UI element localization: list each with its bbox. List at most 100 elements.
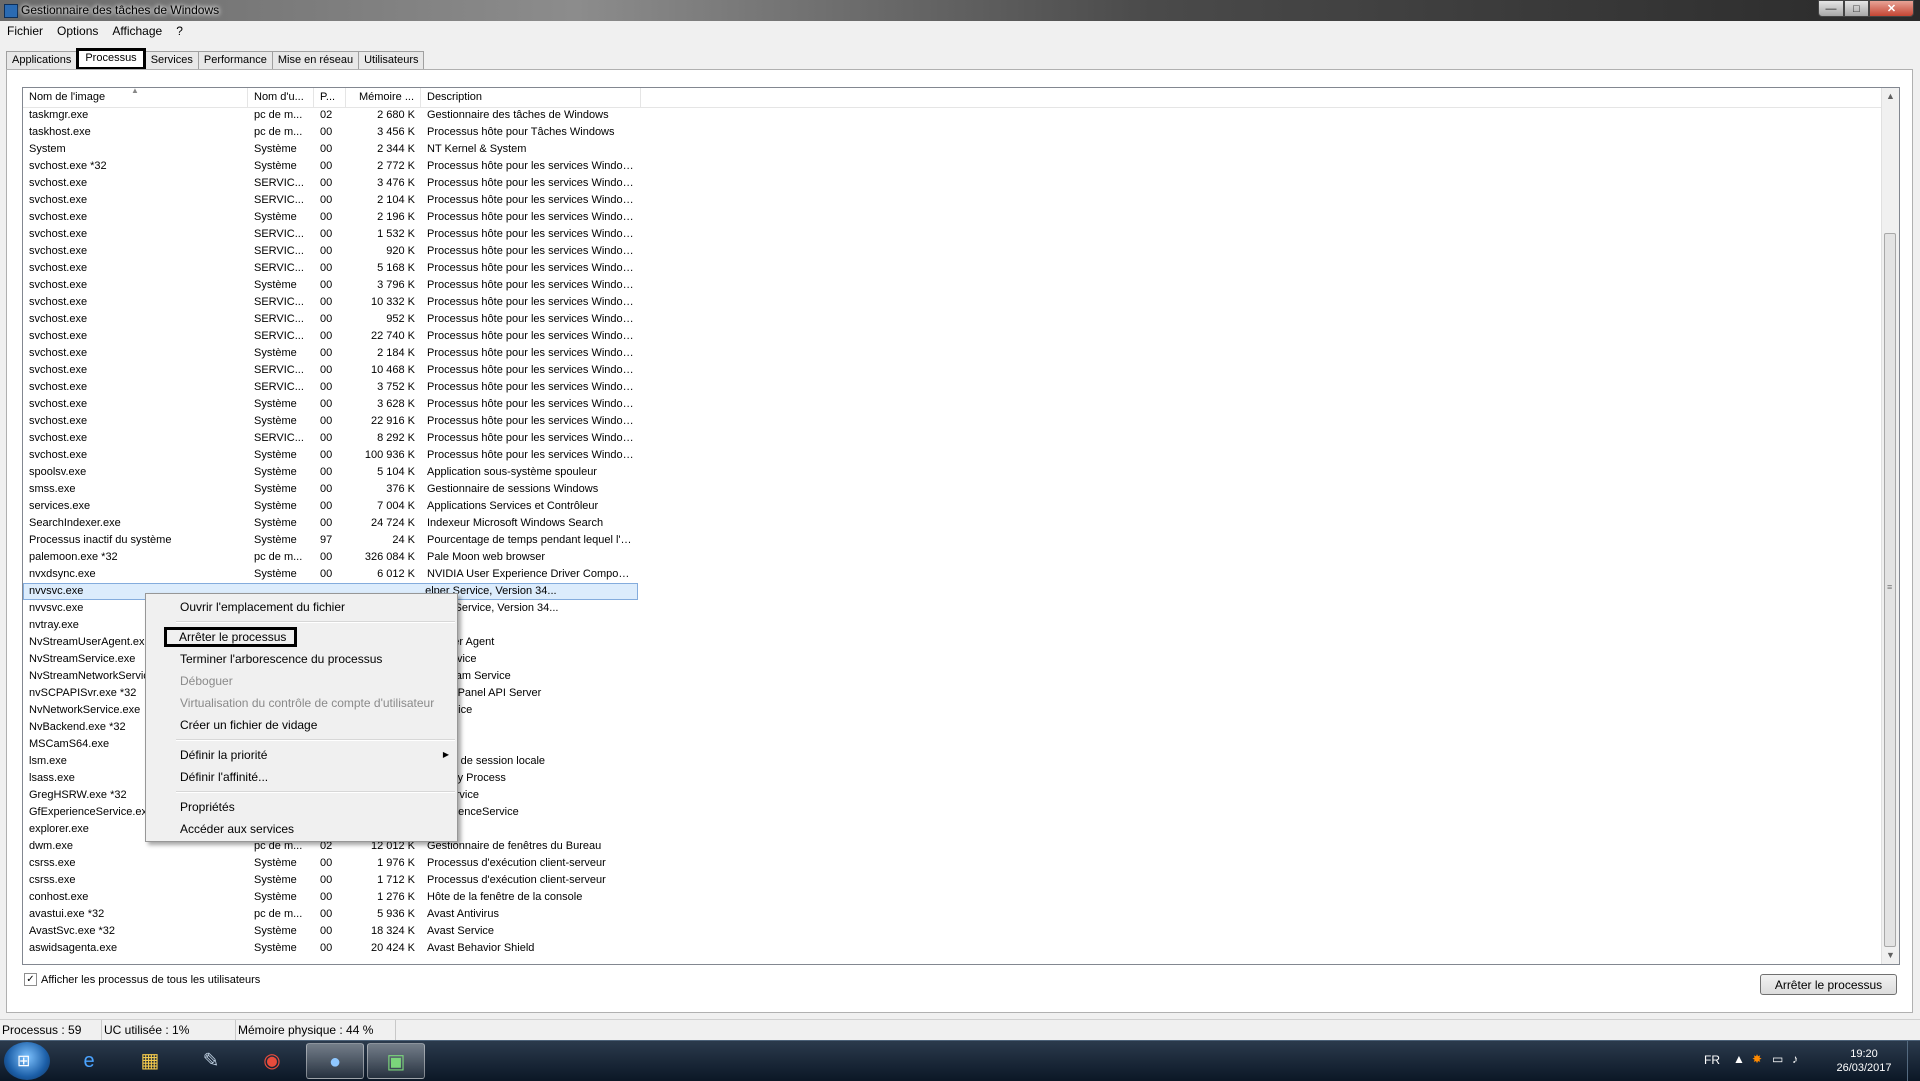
table-row[interactable]: palemoon.exe *32 pc de m... 00 326 084 K Pal…: [23, 549, 1883, 566]
network-icon[interactable]: ▭: [1772, 1052, 1783, 1066]
table-row[interactable]: System Système 00 2 344 K NT Kernel & System: [23, 141, 1883, 158]
table-row[interactable]: svchost.exe SERVIC... 00 22 740 K Processus …: [23, 328, 1883, 345]
context-menu-item[interactable]: Terminer l'arborescence du processus: [146, 648, 457, 670]
context-menu-item-label: Accéder aux services: [180, 822, 295, 836]
column-description[interactable]: Description: [421, 88, 641, 107]
table-row[interactable]: csrss.exe Système 00 1 712 K Processus d'exé…: [23, 872, 1883, 889]
cell-description: NVIDIA User Experience Driver Component: [427, 568, 640, 580]
tray-expand-icon[interactable]: ▲: [1733, 1052, 1745, 1066]
tab-performance[interactable]: Performance: [197, 51, 273, 69]
tab-applications[interactable]: Applications: [6, 51, 78, 69]
scroll-up-icon[interactable]: ▲: [1882, 88, 1899, 105]
minimize-button[interactable]: —: [1818, 0, 1844, 17]
clock[interactable]: 19:20 26/03/2017: [1828, 1047, 1900, 1075]
cell-description: Processus hôte pour Tâches Windows: [427, 126, 615, 138]
table-row[interactable]: svchost.exe SERVIC... 00 952 K Processus hôt…: [23, 311, 1883, 328]
context-menu-item[interactable]: Définir la priorité ▶: [146, 744, 457, 766]
context-menu-item[interactable]: Définir l'affinité...: [146, 766, 457, 788]
cell-cpu: 00: [320, 466, 333, 478]
table-row[interactable]: svchost.exe SERVIC... 00 920 K Processus hôt…: [23, 243, 1883, 260]
show-desktop-button[interactable]: [1907, 1041, 1920, 1081]
column-cpu[interactable]: P...: [314, 88, 346, 107]
cell-user-name: SERVIC...: [254, 364, 304, 376]
table-row[interactable]: csrss.exe Système 00 1 976 K Processus d'exé…: [23, 855, 1883, 872]
cell-user-name: SERVIC...: [254, 194, 304, 206]
cell-cpu: 00: [320, 313, 333, 325]
close-button[interactable]: ✕: [1869, 0, 1914, 17]
table-row[interactable]: svchost.exe SERVIC... 00 10 332 K Processus …: [23, 294, 1883, 311]
column-memory[interactable]: Mémoire ...: [346, 88, 421, 107]
window-titlebar[interactable]: Gestionnaire des tâches de Windows — □ ✕: [0, 0, 1920, 21]
table-row[interactable]: svchost.exe Système 00 3 628 K Processus hôt…: [23, 396, 1883, 413]
context-menu-item-label: Arrêter le processus: [164, 627, 298, 647]
task-manager-icon[interactable]: ▣: [367, 1043, 425, 1079]
table-row[interactable]: svchost.exe Système 00 3 796 K Processus hôt…: [23, 277, 1883, 294]
context-menu-item[interactable]: Accéder aux services: [146, 818, 457, 840]
table-row[interactable]: svchost.exe SERVIC... 00 3 476 K Processus h…: [23, 175, 1883, 192]
table-row[interactable]: svchost.exe Système 00 22 916 K Processus hô…: [23, 413, 1883, 430]
table-row[interactable]: svchost.exe *32 Système 00 2 772 K Processus…: [23, 158, 1883, 175]
menu-fichier[interactable]: Fichier: [0, 21, 50, 41]
file-explorer-icon[interactable]: ▦: [121, 1043, 179, 1079]
cell-memory: 22 916 K: [370, 415, 415, 427]
table-row[interactable]: svchost.exe SERVIC... 00 8 292 K Processus h…: [23, 430, 1883, 447]
language-indicator[interactable]: FR: [1704, 1053, 1720, 1067]
table-row[interactable]: taskmgr.exe pc de m... 02 2 680 K Gestionnai…: [23, 107, 1883, 124]
tab-services[interactable]: Services: [144, 51, 199, 69]
internet-explorer-icon[interactable]: e: [60, 1043, 118, 1079]
vertical-scrollbar[interactable]: ▲ ≡ ▼: [1881, 88, 1899, 964]
table-row[interactable]: svchost.exe Système 00 2 184 K Processus hôt…: [23, 345, 1883, 362]
cell-image-name: Processus inactif du système: [29, 534, 172, 546]
cell-image-name: aswidsagenta.exe: [29, 942, 118, 954]
table-row[interactable]: Processus inactif du système Système 97 24 …: [23, 532, 1883, 549]
tab-processus[interactable]: Processus: [76, 48, 146, 70]
table-row[interactable]: nvxdsync.exe Système 00 6 012 K NVIDIA User …: [23, 566, 1883, 583]
table-row[interactable]: svchost.exe SERVIC... 00 2 104 K Processus h…: [23, 192, 1883, 209]
table-row[interactable]: avastui.exe *32 pc de m... 00 5 936 K Avast …: [23, 906, 1883, 923]
avast-tray-icon[interactable]: ✸: [1752, 1052, 1762, 1066]
tab-users[interactable]: Utilisateurs: [358, 51, 425, 69]
pale-moon-icon[interactable]: ●: [306, 1043, 364, 1079]
cell-memory: 22 740 K: [370, 330, 415, 342]
table-row[interactable]: svchost.exe SERVIC... 00 5 168 K Processus h…: [23, 260, 1883, 277]
chrome-icon[interactable]: ◉: [243, 1043, 301, 1079]
context-menu-item[interactable]: Créer un fichier de vidage: [146, 714, 457, 736]
table-row[interactable]: svchost.exe Système 00 2 196 K Processus hôt…: [23, 209, 1883, 226]
cell-image-name: System: [29, 143, 66, 155]
maximize-button[interactable]: □: [1844, 0, 1869, 17]
menu-affichage[interactable]: Affichage: [105, 21, 169, 41]
table-row[interactable]: services.exe Système 00 7 004 K Applications…: [23, 498, 1883, 515]
scrollbar-thumb[interactable]: ≡: [1884, 233, 1896, 947]
show-all-users-checkbox[interactable]: ✓ Afficher les processus de tous les uti…: [24, 973, 260, 986]
menu-options[interactable]: Options: [50, 21, 105, 41]
table-row[interactable]: AvastSvc.exe *32 Système 00 18 324 K Avast S…: [23, 923, 1883, 940]
volume-icon[interactable]: ♪: [1792, 1052, 1798, 1066]
end-process-button[interactable]: Arrêter le processus: [1760, 974, 1897, 995]
table-row[interactable]: svchost.exe SERVIC... 00 1 532 K Processus h…: [23, 226, 1883, 243]
start-button[interactable]: ⊞: [4, 1042, 50, 1080]
table-row[interactable]: SearchIndexer.exe Système 00 24 724 K Indexe…: [23, 515, 1883, 532]
table-row[interactable]: aswidsagenta.exe Système 00 20 424 K Avast B…: [23, 940, 1883, 957]
cell-cpu: 97: [320, 534, 333, 546]
table-row[interactable]: svchost.exe SERVIC... 00 3 752 K Processus h…: [23, 379, 1883, 396]
table-row[interactable]: taskhost.exe pc de m... 00 3 456 K Processus…: [23, 124, 1883, 141]
context-menu-item[interactable]: Ouvrir l'emplacement du fichier: [146, 596, 457, 618]
table-row[interactable]: conhost.exe Système 00 1 276 K Hôte de la fe…: [23, 889, 1883, 906]
column-user-name[interactable]: Nom d'u...: [248, 88, 314, 107]
table-row[interactable]: spoolsv.exe Système 00 5 104 K Application s…: [23, 464, 1883, 481]
context-menu-item[interactable]: Arrêter le processus: [146, 626, 457, 648]
cell-description: Processus hôte pour les services Windows: [427, 330, 637, 342]
table-row[interactable]: smss.exe Système 00 376 K Gestionnaire de se…: [23, 481, 1883, 498]
cell-user-name: SERVIC...: [254, 228, 304, 240]
pinned-app-icon[interactable]: ✎: [182, 1043, 240, 1079]
checkbox-checked-icon[interactable]: ✓: [24, 973, 37, 986]
tab-network[interactable]: Mise en réseau: [271, 51, 360, 69]
table-row[interactable]: svchost.exe SERVIC... 00 10 468 K Processus …: [23, 362, 1883, 379]
menu-help[interactable]: ?: [169, 21, 190, 41]
context-menu-item-label: Virtualisation du contrôle de compte d'u…: [180, 696, 435, 710]
cell-cpu: 00: [320, 279, 333, 291]
context-menu-item[interactable]: Propriétés: [146, 796, 457, 818]
cell-cpu: 00: [320, 432, 333, 444]
scroll-down-icon[interactable]: ▼: [1882, 947, 1899, 964]
table-row[interactable]: svchost.exe Système 00 100 936 K Processus h…: [23, 447, 1883, 464]
